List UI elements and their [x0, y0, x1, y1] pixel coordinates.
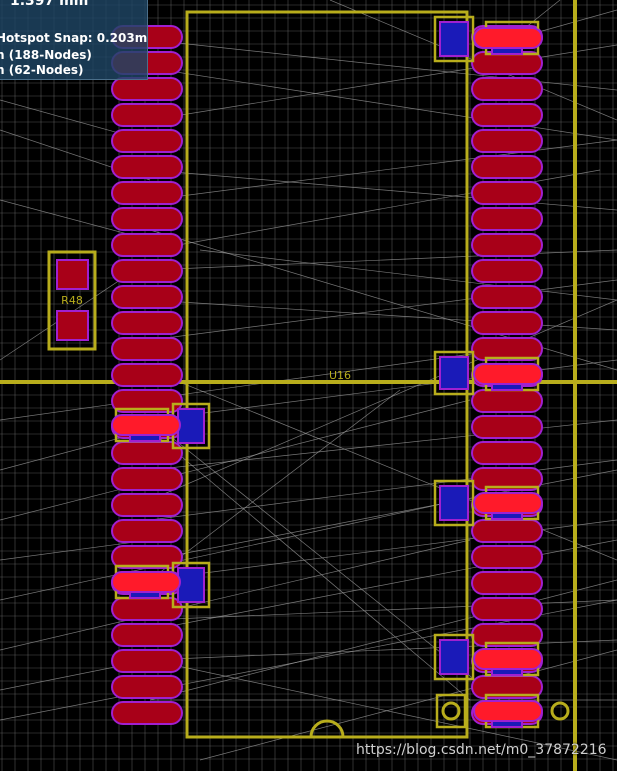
- resistor-pad-1[interactable]: [56, 259, 89, 290]
- smd-pad[interactable]: [111, 311, 183, 335]
- ratsnest-line: [149, 229, 617, 371]
- snap-readout: Hotspot Snap: 0.203mm: [0, 31, 148, 45]
- smd-pad[interactable]: [471, 337, 543, 361]
- smd-pad[interactable]: [111, 233, 183, 257]
- smd-pad[interactable]: [111, 103, 183, 127]
- smd-pad[interactable]: [471, 311, 543, 335]
- ic-designator: U16: [329, 369, 351, 382]
- smd-pad[interactable]: [471, 129, 543, 153]
- ratsnest-line: [149, 539, 617, 631]
- test-point-1[interactable]: [441, 701, 461, 721]
- selected-pad[interactable]: [111, 571, 181, 593]
- selected-pad[interactable]: [473, 27, 543, 49]
- smd-pad[interactable]: [111, 363, 183, 387]
- smd-pad[interactable]: [111, 519, 183, 543]
- bottom-pad[interactable]: [439, 21, 469, 57]
- smd-pad[interactable]: [471, 103, 543, 127]
- ratsnest-line: [149, 459, 617, 521]
- smd-pad[interactable]: [111, 623, 183, 647]
- ratsnest-line: [149, 419, 617, 471]
- smd-pad[interactable]: [111, 155, 183, 179]
- ratsnest-line: [149, 67, 617, 141]
- selected-pad[interactable]: [473, 363, 543, 385]
- selected-pad[interactable]: [111, 414, 181, 436]
- smd-pad[interactable]: [111, 129, 183, 153]
- ratsnest-line: [0, 499, 461, 601]
- heads-up-display: 1.397 mm Hotspot Snap: 0.203mm n (188-No…: [0, 0, 148, 80]
- smd-pad[interactable]: [111, 77, 183, 101]
- smd-pad[interactable]: [471, 441, 543, 465]
- smd-pad[interactable]: [471, 285, 543, 309]
- bottom-pad[interactable]: [177, 408, 205, 444]
- smd-pad[interactable]: [111, 285, 183, 309]
- selected-pad[interactable]: [473, 648, 543, 670]
- smd-pad[interactable]: [111, 597, 183, 621]
- ratsnest-line: [149, 139, 617, 201]
- resistor-designator: R48: [61, 294, 83, 307]
- smd-pad[interactable]: [471, 545, 543, 569]
- selected-pad[interactable]: [473, 700, 543, 722]
- bottom-pad[interactable]: [439, 485, 469, 521]
- ratsnest-line: [199, 249, 617, 301]
- smd-pad[interactable]: [471, 259, 543, 283]
- distance-readout: 1.397 mm: [10, 0, 89, 9]
- ratsnest-line: [149, 249, 617, 271]
- smd-pad[interactable]: [111, 545, 183, 569]
- smd-pad[interactable]: [471, 181, 543, 205]
- test-point-2[interactable]: [550, 701, 570, 721]
- ratsnest-line: [149, 169, 617, 211]
- ratsnest-line: [149, 279, 617, 341]
- pcb-editor-canvas[interactable]: R48 U16 1.397 mm Hotspot Snap: 0.203mm n…: [0, 0, 617, 771]
- resistor-pad-2[interactable]: [56, 310, 89, 341]
- smd-pad[interactable]: [471, 207, 543, 231]
- smd-pad[interactable]: [111, 441, 183, 465]
- smd-pad[interactable]: [111, 259, 183, 283]
- smd-pad[interactable]: [471, 155, 543, 179]
- smd-pad[interactable]: [471, 51, 543, 75]
- smd-pad[interactable]: [111, 493, 183, 517]
- net-node-count-1: n (188-Nodes): [0, 48, 92, 62]
- watermark-text: https://blog.csdn.net/m0_37872216: [356, 742, 607, 758]
- ratsnest-line: [149, 519, 617, 581]
- bottom-pad[interactable]: [177, 567, 205, 603]
- smd-pad[interactable]: [111, 467, 183, 491]
- smd-pad[interactable]: [111, 649, 183, 673]
- pcb-board-view[interactable]: R48 U16: [0, 0, 617, 771]
- ratsnest-line: [149, 579, 617, 701]
- bottom-pad[interactable]: [439, 639, 469, 675]
- smd-pad[interactable]: [111, 701, 183, 725]
- left-pad-column[interactable]: [111, 25, 183, 725]
- smd-pad[interactable]: [111, 181, 183, 205]
- ratsnest-line: [149, 469, 617, 561]
- net-node-count-2: n (62-Nodes): [0, 63, 84, 77]
- smd-pad[interactable]: [471, 571, 543, 595]
- smd-pad[interactable]: [471, 77, 543, 101]
- smd-pad[interactable]: [111, 337, 183, 361]
- smd-pad[interactable]: [471, 519, 543, 543]
- ratsnest-line: [0, 539, 471, 651]
- ratsnest-line: [149, 299, 617, 331]
- selected-pad[interactable]: [473, 492, 543, 514]
- bottom-pad[interactable]: [439, 356, 469, 390]
- ratsnest-line: [149, 369, 617, 561]
- smd-pad[interactable]: [471, 415, 543, 439]
- smd-pad[interactable]: [111, 207, 183, 231]
- smd-pad[interactable]: [471, 389, 543, 413]
- ratsnest-line: [149, 639, 617, 661]
- smd-pad[interactable]: [471, 233, 543, 257]
- smd-pad[interactable]: [471, 597, 543, 621]
- smd-pad[interactable]: [111, 675, 183, 699]
